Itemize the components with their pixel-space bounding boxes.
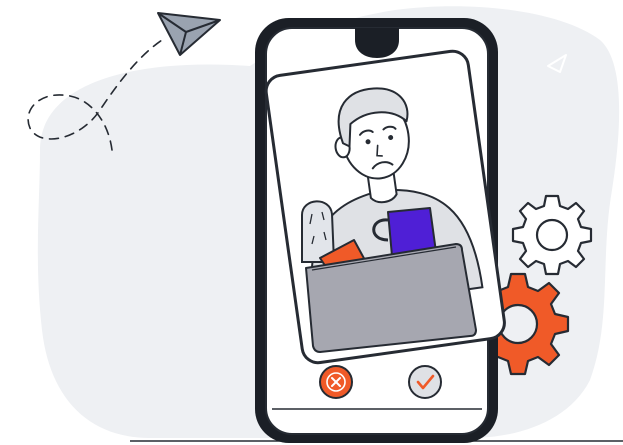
- reject-button[interactable]: [319, 365, 353, 399]
- paper-plane-icon: [157, 12, 221, 56]
- illustration-stage: [0, 0, 623, 445]
- phone-notch: [355, 28, 399, 58]
- gear-icon: [511, 194, 593, 276]
- accept-button[interactable]: [408, 365, 442, 399]
